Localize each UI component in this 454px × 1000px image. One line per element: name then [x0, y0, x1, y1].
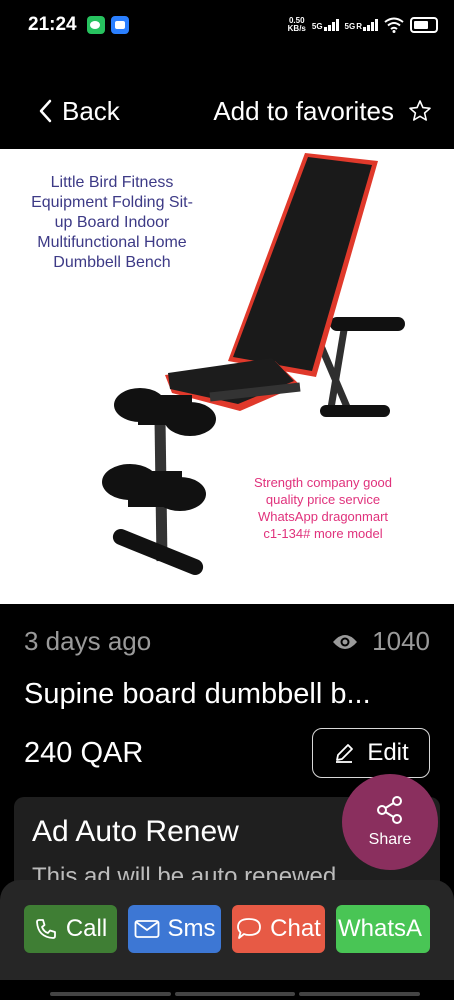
back-label: Back	[62, 95, 120, 126]
sim2-roaming: R	[356, 22, 362, 31]
view-count: 1040	[332, 626, 430, 657]
listing-meta: 3 days ago 1040	[24, 626, 430, 657]
back-button[interactable]: Back	[38, 96, 120, 127]
share-button[interactable]: Share	[342, 774, 438, 870]
phone-icon	[35, 919, 56, 939]
listing-price: 240 QAR	[24, 737, 144, 769]
wifi-icon	[384, 17, 404, 33]
edit-button[interactable]: Edit	[312, 728, 430, 778]
sms-button[interactable]: Sms	[128, 905, 221, 953]
message-app-icon	[110, 16, 129, 34]
status-time: 21:24	[28, 14, 77, 35]
share-label: Share	[368, 831, 412, 848]
network-speed: 0.50 KB/s	[288, 17, 306, 33]
chat-button[interactable]: Chat	[232, 905, 325, 953]
posted-time: 3 days ago	[24, 626, 152, 656]
battery-icon	[410, 17, 438, 33]
envelope-icon	[134, 920, 159, 938]
network-speed-unit: KB/s	[287, 24, 306, 33]
share-icon	[377, 796, 402, 824]
notification-icons	[86, 16, 129, 34]
chevron-left-icon	[39, 99, 52, 123]
pencil-icon	[336, 744, 354, 763]
wechat-icon	[86, 16, 105, 34]
eye-icon	[333, 634, 358, 649]
top-nav: Back Add to favorites	[0, 80, 454, 142]
signal-sim2-icon: 5G R	[345, 19, 378, 31]
call-label: Call	[65, 915, 108, 942]
image-caption-title: Little Bird Fitness Equipment Folding Si…	[31, 174, 193, 271]
chat-label: Chat	[270, 915, 321, 942]
edit-label: Edit	[367, 739, 409, 766]
favorites-label: Add to favorites	[213, 95, 394, 126]
whatsapp-button[interactable]: WhatsA	[336, 905, 430, 953]
add-to-favorites-button[interactable]: Add to favorites	[213, 96, 432, 127]
chat-bubble-icon	[237, 918, 262, 939]
status-indicators: 0.50 KB/s 5G 5G R	[288, 17, 438, 33]
sms-label: Sms	[167, 915, 216, 942]
sim1-label: 5G	[311, 22, 323, 31]
sim2-label: 5G	[344, 22, 356, 31]
star-icon	[409, 100, 431, 121]
signal-sim1-icon: 5G	[312, 19, 339, 31]
view-count-value: 1040	[372, 626, 430, 656]
gesture-bar	[50, 992, 421, 996]
product-image[interactable]: Little Bird Fitness Equipment Folding Si…	[0, 149, 454, 604]
contact-action-bar: Call Sms Chat WhatsA	[0, 880, 454, 980]
status-bar: 21:24 0.50 KB/s 5G 5G R	[0, 0, 454, 50]
whatsapp-label: WhatsA	[338, 915, 423, 942]
listing-title: Supine board dumbbell b...	[24, 678, 371, 710]
call-button[interactable]: Call	[24, 905, 117, 953]
image-caption-contact: Strength company good quality price serv…	[253, 475, 393, 541]
